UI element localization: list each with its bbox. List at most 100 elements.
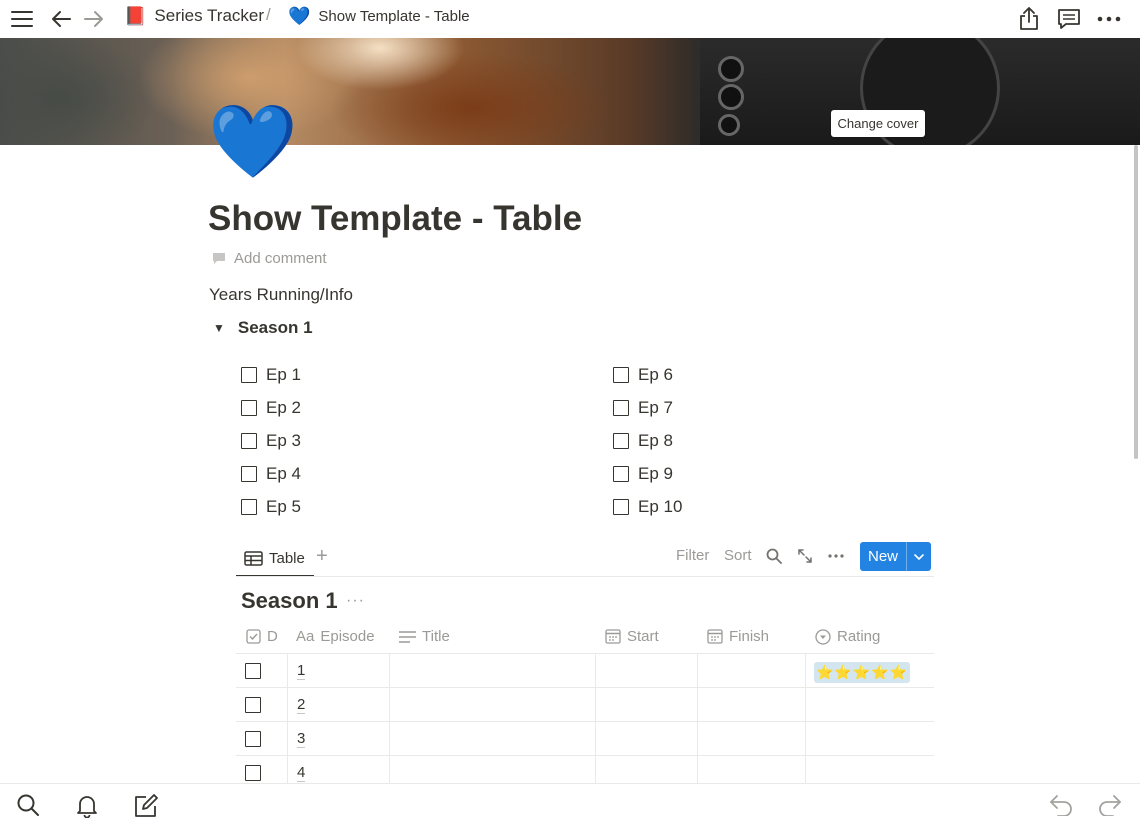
column-header-finish[interactable]: Finish <box>707 619 769 654</box>
page-title[interactable]: Show Template - Table <box>208 199 582 239</box>
more-options-icon[interactable] <box>1097 0 1121 38</box>
todo-label: Ep 6 <box>638 365 673 384</box>
more-options-icon[interactable] <box>828 554 844 558</box>
search-icon[interactable] <box>766 548 782 564</box>
notifications-bell-icon[interactable] <box>76 794 98 818</box>
filter-button[interactable]: Filter <box>676 547 709 564</box>
todo-label: Ep 8 <box>638 431 673 450</box>
menu-icon[interactable] <box>10 0 34 38</box>
todo-item[interactable]: Ep 8 <box>613 430 673 452</box>
table-row[interactable]: 2 <box>236 688 934 722</box>
scrollbar[interactable] <box>1134 145 1138 459</box>
expand-icon[interactable] <box>798 549 812 563</box>
toggle-label: Season 1 <box>237 318 313 337</box>
new-button-label[interactable]: New <box>860 542 907 571</box>
column-label: D <box>267 628 278 645</box>
breadcrumb-series-tracker[interactable]: 📕 Series Tracker <box>124 0 264 32</box>
calendar-icon <box>605 629 621 644</box>
breadcrumb-current-page[interactable]: 💙 Show Template - Table <box>288 0 470 32</box>
todo-item[interactable]: Ep 1 <box>241 364 301 386</box>
table-row[interactable]: 3 <box>236 722 934 756</box>
todo-item[interactable]: Ep 6 <box>613 364 673 386</box>
database-title[interactable]: Season 1 <box>241 588 338 614</box>
season-toggle[interactable]: ▼ Season 1 <box>213 318 313 338</box>
new-button[interactable]: New <box>860 542 931 571</box>
add-view-button[interactable]: + <box>316 545 328 568</box>
todo-label: Ep 2 <box>266 398 301 417</box>
checkbox[interactable] <box>241 466 257 482</box>
row-episode-cell[interactable]: 4 <box>297 764 306 782</box>
info-text[interactable]: Years Running/Info <box>209 285 353 305</box>
todo-label: Ep 3 <box>266 431 301 450</box>
breadcrumb-label: Series Tracker <box>154 6 265 25</box>
todo-item[interactable]: Ep 5 <box>241 496 301 518</box>
todo-item[interactable]: Ep 10 <box>613 496 682 518</box>
column-header-rating[interactable]: Rating <box>815 619 880 654</box>
checkbox[interactable] <box>241 433 257 449</box>
text-lines-icon <box>399 630 416 643</box>
todo-item[interactable]: Ep 9 <box>613 463 673 485</box>
column-label: Title <box>422 628 450 645</box>
sort-button[interactable]: Sort <box>724 547 752 564</box>
select-property-icon <box>815 628 831 645</box>
top-bar: 📕 Series Tracker / 💙 Show Template - Tab… <box>0 0 1140 38</box>
toggle-triangle-icon[interactable]: ▼ <box>213 321 225 335</box>
column-header-episode[interactable]: Aa Episode <box>296 619 375 654</box>
checkbox[interactable] <box>613 367 629 383</box>
forward-arrow-icon[interactable] <box>83 0 105 38</box>
add-comment-button[interactable]: Add comment <box>212 247 327 269</box>
todo-item[interactable]: Ep 4 <box>241 463 301 485</box>
back-arrow-icon[interactable] <box>50 0 72 38</box>
row-episode-cell[interactable]: 1 <box>297 662 306 680</box>
row-checkbox[interactable] <box>245 663 261 679</box>
column-label: Rating <box>837 628 881 645</box>
table-icon <box>244 550 263 566</box>
cover-image <box>0 38 1140 145</box>
row-episode-cell[interactable]: 3 <box>297 730 306 748</box>
table-view-tab[interactable]: Table <box>236 541 314 577</box>
column-header-done[interactable]: D <box>246 619 278 654</box>
breadcrumb-label: Show Template - Table <box>318 7 470 25</box>
column-label: Start <box>627 628 659 645</box>
change-cover-button[interactable]: Change cover <box>831 110 925 137</box>
checkbox[interactable] <box>241 367 257 383</box>
row-checkbox[interactable] <box>245 765 261 781</box>
todo-label: Ep 9 <box>638 464 673 483</box>
todo-item[interactable]: Ep 2 <box>241 397 301 419</box>
todo-item[interactable]: Ep 7 <box>613 397 673 419</box>
book-icon: 📕 <box>124 5 147 26</box>
share-icon[interactable] <box>1018 0 1040 38</box>
checkbox[interactable] <box>613 433 629 449</box>
database-more-button[interactable]: ··· <box>346 592 365 610</box>
column-header-title[interactable]: Title <box>399 619 450 654</box>
row-episode-cell[interactable]: 2 <box>297 696 306 714</box>
new-page-compose-icon[interactable] <box>134 794 158 818</box>
page-icon-blue-heart[interactable]: 💙 <box>208 102 298 182</box>
bottom-toolbar <box>0 783 1140 828</box>
row-checkbox[interactable] <box>245 731 261 747</box>
comments-icon[interactable] <box>1057 0 1081 38</box>
search-icon[interactable] <box>17 794 39 816</box>
checkbox[interactable] <box>613 400 629 416</box>
view-divider <box>236 576 934 577</box>
comment-icon <box>213 252 225 264</box>
redo-icon[interactable] <box>1098 794 1122 816</box>
add-comment-label: Add comment <box>234 249 327 267</box>
rating-tag[interactable]: ⭐⭐⭐⭐⭐ <box>814 662 911 683</box>
column-header-start[interactable]: Start <box>605 619 659 654</box>
database-table: D Aa Episode Title Start Finish Rating 1 <box>236 619 934 790</box>
todo-label: Ep 1 <box>266 365 301 384</box>
todo-label: Ep 5 <box>266 497 301 516</box>
checkbox[interactable] <box>241 499 257 515</box>
checkbox[interactable] <box>613 499 629 515</box>
todo-item[interactable]: Ep 3 <box>241 430 301 452</box>
undo-icon[interactable] <box>1049 794 1073 816</box>
chevron-down-icon[interactable] <box>907 542 931 571</box>
table-row[interactable]: 1 ⭐⭐⭐⭐⭐ <box>236 654 934 688</box>
checkbox[interactable] <box>613 466 629 482</box>
checkbox[interactable] <box>241 400 257 416</box>
row-checkbox[interactable] <box>245 697 261 713</box>
todo-label: Ep 7 <box>638 398 673 417</box>
calendar-icon <box>707 629 723 644</box>
column-label: Finish <box>729 628 770 645</box>
